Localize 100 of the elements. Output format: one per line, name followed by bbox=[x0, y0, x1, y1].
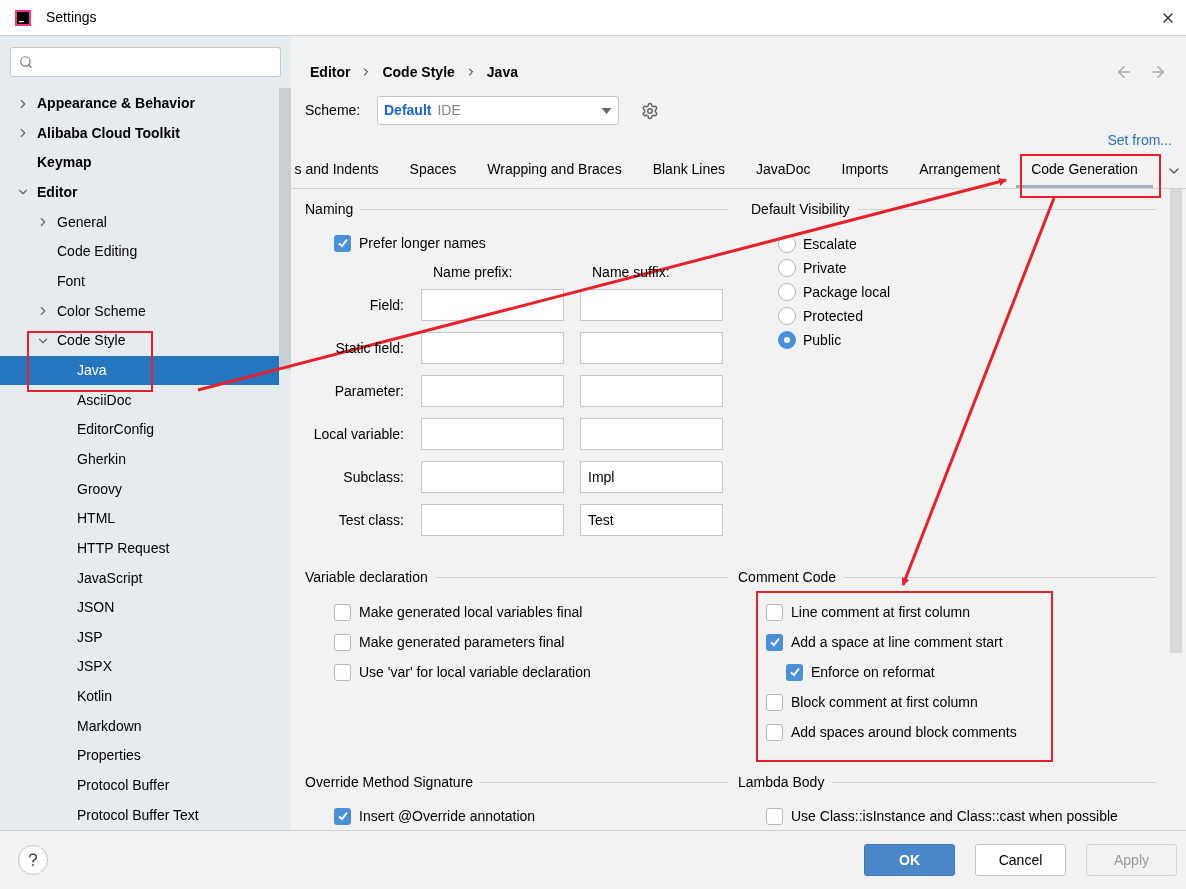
tree-item[interactable]: Keymap bbox=[0, 148, 279, 178]
radio-button[interactable] bbox=[778, 283, 796, 301]
checkbox[interactable] bbox=[334, 633, 351, 651]
checkbox[interactable] bbox=[786, 663, 803, 681]
check-icon bbox=[336, 810, 349, 822]
tab[interactable]: Imports bbox=[826, 153, 904, 188]
set-from-link[interactable]: Set from... bbox=[1107, 129, 1172, 151]
check-icon bbox=[788, 666, 801, 678]
tab[interactable]: s and Indents bbox=[291, 153, 395, 188]
help-icon[interactable] bbox=[18, 845, 48, 875]
tree-item[interactable]: HTTP Request bbox=[0, 533, 279, 564]
tree-item[interactable]: JSP bbox=[0, 622, 279, 653]
radio-label: Private bbox=[803, 258, 847, 278]
text-field[interactable] bbox=[580, 289, 723, 321]
tree-item[interactable]: Groovy bbox=[0, 474, 279, 504]
window-title: Settings bbox=[46, 8, 97, 27]
text-field[interactable] bbox=[421, 332, 564, 364]
checkbox-label: Insert @Override annotation bbox=[359, 806, 536, 826]
tree-item[interactable]: Java bbox=[0, 355, 279, 386]
dropdown-arrow-icon bbox=[601, 107, 612, 114]
section-title: Naming bbox=[305, 199, 354, 219]
dialog-button[interactable]: OK bbox=[864, 844, 955, 876]
text-field[interactable] bbox=[580, 332, 723, 364]
text-field[interactable]: Test bbox=[580, 504, 723, 536]
tree-item[interactable]: Kotlin bbox=[0, 681, 279, 712]
checkbox-label: Make generated parameters final bbox=[359, 632, 565, 652]
search-icon[interactable] bbox=[19, 54, 33, 69]
text-field[interactable] bbox=[421, 504, 564, 536]
checkbox[interactable] bbox=[334, 234, 351, 252]
text-field[interactable] bbox=[580, 418, 723, 450]
checkbox-label: Enforce on reformat bbox=[811, 662, 935, 682]
checkbox[interactable] bbox=[334, 663, 351, 681]
section-title: Default Visibility bbox=[751, 199, 850, 219]
checkbox-label: Use 'var' for local variable declaration bbox=[359, 662, 591, 682]
field-label: Local variable: bbox=[313, 424, 404, 444]
tree-item[interactable]: General bbox=[0, 207, 279, 237]
radio-button[interactable] bbox=[778, 307, 796, 325]
tab[interactable]: Blank Lines bbox=[637, 153, 741, 188]
radio-label: Protected bbox=[803, 306, 863, 326]
tree-item[interactable]: Editor bbox=[0, 177, 279, 208]
tree-item[interactable]: Appearance & Behavior bbox=[0, 88, 279, 119]
radio-label: Escalate bbox=[803, 234, 857, 254]
scheme-scope: IDE bbox=[437, 101, 461, 120]
scrollbar[interactable] bbox=[1170, 189, 1182, 653]
text-field[interactable] bbox=[421, 289, 564, 321]
field-label: Test class: bbox=[338, 510, 404, 530]
checkbox[interactable] bbox=[334, 807, 351, 825]
checkbox[interactable] bbox=[766, 603, 783, 621]
checkbox[interactable] bbox=[766, 693, 783, 711]
radio-label: Public bbox=[803, 330, 842, 350]
field-label: Parameter: bbox=[334, 381, 404, 401]
breadcrumb-item: Editor bbox=[310, 62, 351, 82]
section-title: Comment Code bbox=[738, 567, 837, 587]
tree-item[interactable]: Color Scheme bbox=[0, 296, 279, 326]
text-field[interactable] bbox=[421, 418, 564, 450]
text-field[interactable] bbox=[421, 461, 564, 493]
text-field[interactable] bbox=[580, 375, 723, 407]
tab[interactable]: Spaces bbox=[394, 153, 472, 188]
text-field[interactable] bbox=[421, 375, 564, 407]
tab[interactable]: Arrangement bbox=[903, 153, 1016, 188]
breadcrumb-item: Code Style bbox=[382, 62, 455, 82]
section-title: Lambda Body bbox=[738, 772, 825, 792]
field-label: Field: bbox=[369, 295, 404, 315]
checkbox-label: Make generated local variables final bbox=[359, 602, 583, 622]
tree-item[interactable]: Code Editing bbox=[0, 236, 279, 267]
tree-item[interactable]: Font bbox=[0, 266, 279, 297]
tree-item[interactable]: Code Style bbox=[0, 325, 279, 356]
tree-item[interactable]: EditorConfig bbox=[0, 414, 279, 445]
tree-item[interactable]: Gherkin bbox=[0, 444, 279, 475]
tree-item[interactable]: JSON bbox=[0, 592, 279, 623]
checkbox-label: Line comment at first column bbox=[791, 602, 970, 622]
tab[interactable]: Code Generation bbox=[1015, 153, 1154, 188]
checkbox[interactable] bbox=[766, 723, 783, 741]
forward-arrow-icon[interactable] bbox=[1149, 63, 1167, 81]
section-title: Variable declaration bbox=[305, 567, 428, 587]
scrollbar[interactable] bbox=[279, 88, 291, 370]
tree-item[interactable]: JSPX bbox=[0, 652, 279, 682]
dialog-button[interactable]: Cancel bbox=[975, 844, 1066, 876]
scheme-dropdown[interactable]: Default IDE bbox=[377, 96, 619, 125]
tree-item[interactable]: Properties bbox=[0, 741, 279, 771]
radio-button[interactable] bbox=[778, 259, 796, 277]
tree-item[interactable]: Markdown bbox=[0, 711, 279, 742]
tree-item[interactable]: Alibaba Cloud Toolkit bbox=[0, 118, 279, 148]
search-field[interactable] bbox=[10, 47, 281, 77]
tab[interactable]: Wrapping and Braces bbox=[471, 153, 638, 188]
tree-item[interactable]: AsciiDoc bbox=[0, 385, 279, 415]
checkbox[interactable] bbox=[766, 807, 783, 825]
tree-item[interactable]: HTML bbox=[0, 503, 279, 534]
tree-item[interactable]: Protocol Buffer Text bbox=[0, 800, 279, 830]
tab[interactable]: JavaDoc bbox=[740, 153, 826, 188]
radio-button[interactable] bbox=[778, 331, 796, 349]
checkbox[interactable] bbox=[334, 603, 351, 621]
column-header: Name prefix: bbox=[433, 262, 514, 282]
tree-item[interactable]: Protocol Buffer bbox=[0, 770, 279, 801]
radio-label: Package local bbox=[803, 282, 891, 302]
checkbox-label: Prefer longer names bbox=[359, 233, 486, 253]
tree-item[interactable]: JavaScript bbox=[0, 563, 279, 593]
checkbox[interactable] bbox=[766, 633, 783, 651]
settings-icon[interactable] bbox=[641, 101, 659, 120]
text-field[interactable]: Impl bbox=[580, 461, 723, 493]
